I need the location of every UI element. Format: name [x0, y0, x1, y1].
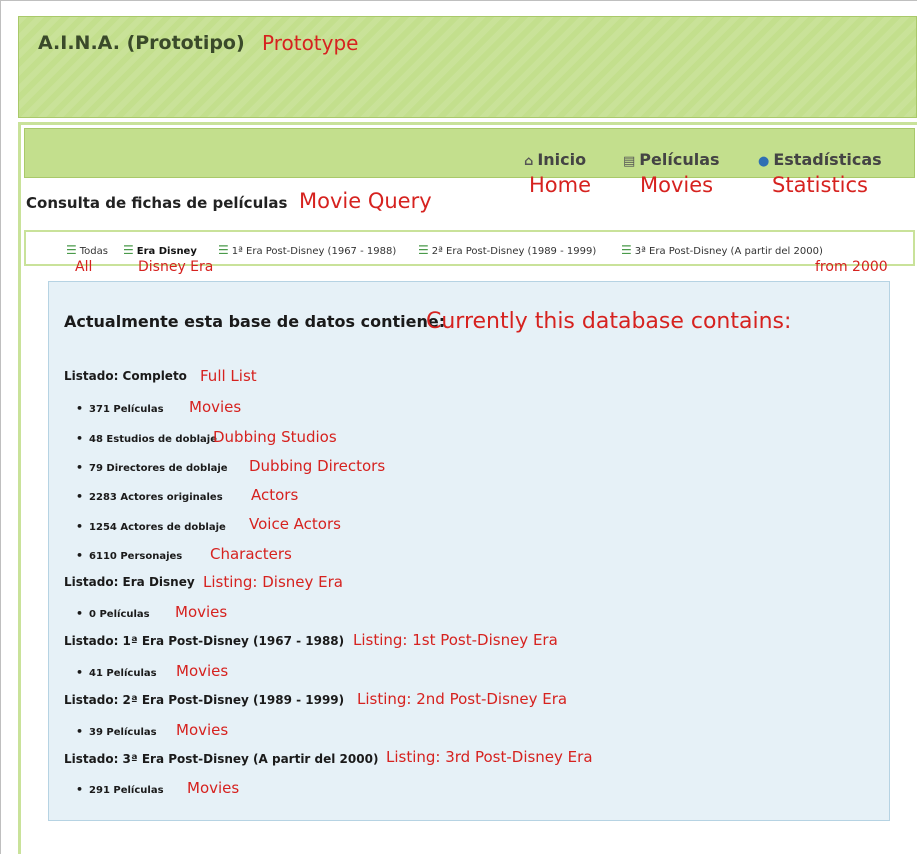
list-item-note: Movies	[175, 603, 228, 621]
app-title: A.I.N.A. (Prototipo)	[38, 32, 245, 54]
section-note-post-disney-3: Listing: 3rd Post-Disney Era	[386, 748, 593, 766]
section-note-post-disney-1: Listing: 1st Post-Disney Era	[353, 631, 558, 649]
list-item-note: Characters	[210, 545, 292, 563]
filter-post-disney-2[interactable]: ☰ 2ª Era Post-Disney (1989 - 1999)	[418, 243, 596, 257]
list-item: 291 Películas	[76, 783, 164, 796]
list-item-note: Dubbing Studios	[213, 428, 337, 446]
filter-label: 2ª Era Post-Disney (1989 - 1999)	[431, 246, 597, 257]
filter-post-disney-1[interactable]: ☰ 1ª Era Post-Disney (1967 - 1988)	[218, 243, 396, 257]
page-title-note: Movie Query	[299, 189, 432, 213]
nav-item-estadisticas[interactable]: ● Estadísticas	[758, 150, 882, 169]
nav-item-peliculas[interactable]: ▤ Películas	[623, 150, 720, 169]
section-heading-post-disney-2: Listado: 2ª Era Post-Disney (1989 - 1999…	[64, 693, 345, 707]
list-item: 79 Directores de doblaje	[76, 461, 228, 474]
nav-label: Inicio	[537, 150, 587, 169]
list-item-note: Dubbing Directors	[249, 457, 386, 475]
clapperboard-icon: ▤	[623, 154, 636, 169]
home-icon: ⌂	[524, 154, 534, 169]
filter-note-all: All	[75, 259, 93, 275]
section-heading-post-disney-3: Listado: 3ª Era Post-Disney (A partir de…	[64, 752, 379, 766]
list-icon: ☰	[621, 243, 632, 257]
app-title-note: Prototype	[262, 31, 359, 55]
list-item: 6110 Personajes	[76, 549, 182, 562]
list-item: 371 Películas	[76, 402, 164, 415]
nav-label: Estadísticas	[773, 150, 882, 169]
nav-label: Películas	[639, 150, 720, 169]
filter-todas[interactable]: ☰ Todas	[66, 243, 108, 257]
section-note-era-disney: Listing: Disney Era	[203, 573, 343, 591]
list-item: 41 Películas	[76, 666, 157, 679]
list-item-note: Movies	[189, 398, 242, 416]
pie-chart-icon: ●	[758, 154, 770, 169]
filter-note-from-2000: from 2000	[815, 259, 888, 275]
list-item: 0 Películas	[76, 607, 150, 620]
database-summary-title-note: Currently this database contains:	[426, 309, 792, 334]
filter-era-disney[interactable]: ☰ Era Disney	[123, 243, 197, 257]
list-item-note: Voice Actors	[249, 515, 341, 533]
list-item-note: Actors	[251, 486, 299, 504]
content-frame-top	[18, 122, 917, 125]
list-icon: ☰	[218, 243, 229, 257]
filter-label: Todas	[79, 246, 108, 257]
nav-note-home: Home	[529, 173, 592, 197]
list-item: 39 Películas	[76, 725, 157, 738]
section-note-completo: Full List	[200, 367, 257, 385]
list-icon: ☰	[418, 243, 429, 257]
list-item-note: Movies	[176, 662, 229, 680]
filter-label: Era Disney	[136, 246, 197, 257]
filter-label: 3ª Era Post-Disney (A partir del 2000)	[634, 246, 823, 257]
list-icon: ☰	[66, 243, 77, 257]
list-item-note: Movies	[187, 779, 240, 797]
section-heading-era-disney: Listado: Era Disney	[64, 575, 195, 589]
database-summary-title: Actualmente esta base de datos contiene:	[64, 312, 446, 331]
section-heading-completo: Listado: Completo	[64, 369, 187, 383]
section-note-post-disney-2: Listing: 2nd Post-Disney Era	[357, 690, 568, 708]
page-title: Consulta de fichas de películas	[26, 194, 288, 212]
filter-label: 1ª Era Post-Disney (1967 - 1988)	[231, 246, 397, 257]
list-item-note: Movies	[176, 721, 229, 739]
filter-post-disney-3[interactable]: ☰ 3ª Era Post-Disney (A partir del 2000)	[621, 243, 823, 257]
nav-note-movies: Movies	[640, 173, 714, 197]
content-frame-left	[18, 122, 21, 854]
list-item: 1254 Actores de doblaje	[76, 520, 226, 533]
nav-note-statistics: Statistics	[772, 173, 868, 197]
section-heading-post-disney-1: Listado: 1ª Era Post-Disney (1967 - 1988…	[64, 634, 345, 648]
list-item: 2283 Actores originales	[76, 490, 223, 503]
nav-item-inicio[interactable]: ⌂ Inicio	[524, 150, 586, 169]
list-item: 48 Estudios de doblaje	[76, 432, 217, 445]
list-icon: ☰	[123, 243, 134, 257]
filter-note-disney-era: Disney Era	[138, 259, 214, 275]
window-top-border	[0, 0, 917, 1]
window-left-border	[0, 0, 1, 854]
